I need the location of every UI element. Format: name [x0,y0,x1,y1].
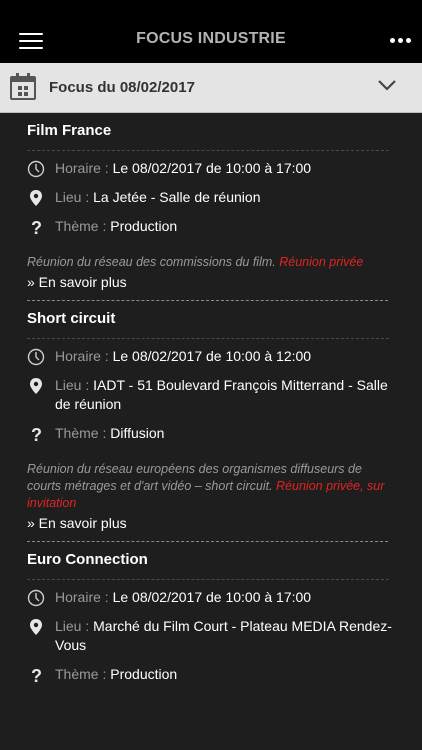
event-list: Film France Horaire : Le 08/02/2017 de 1… [0,113,422,750]
divider [27,338,389,339]
svg-text:?: ? [31,666,42,684]
event-description: Réunion du réseau des commissions du fil… [27,254,405,271]
question-mark-icon: ? [31,425,42,443]
chevron-down-icon[interactable] [378,78,396,92]
location-value: La Jetée - Salle de réunion [93,189,261,205]
event-title[interactable]: Short circuit [27,301,405,338]
location-pin-icon [30,190,42,206]
more-dots-icon[interactable] [390,38,412,43]
event-description: Réunion du réseau européens des organism… [27,461,405,512]
location-row: Lieu : La Jetée - Salle de réunion [27,188,405,207]
date-selector[interactable]: Focus du 08/02/2017 [0,63,422,113]
event-card: Euro Connection Horaire : Le 08/02/2017 … [0,542,422,684]
question-mark-icon: ? [31,218,42,236]
theme-row: ? Thème : Production [27,217,405,236]
clock-icon [27,589,45,607]
private-note: Réunion privée [279,255,364,269]
read-more-link[interactable]: » En savoir plus [27,515,405,541]
event-card: Film France Horaire : Le 08/02/2017 de 1… [0,113,422,301]
theme-value: Production [110,218,178,234]
clock-icon [27,348,45,366]
location-value: Marché du Film Court - Plateau MEDIA Ren… [55,618,392,653]
schedule-value: Le 08/02/2017 de 10:00 à 17:00 [112,160,312,176]
theme-label: Thème : [55,666,107,682]
theme-row: ? Thème : Production [27,665,405,684]
calendar-icon [10,73,36,100]
event-title[interactable]: Euro Connection [27,542,405,579]
schedule-label: Horaire : [55,160,109,176]
schedule-row: Horaire : Le 08/02/2017 de 10:00 à 17:00 [27,588,405,607]
schedule-label: Horaire : [55,348,109,364]
clock-icon [27,160,45,178]
schedule-value: Le 08/02/2017 de 10:00 à 17:00 [112,589,312,605]
schedule-value: Le 08/02/2017 de 10:00 à 12:00 [112,348,312,364]
theme-value: Diffusion [110,425,165,441]
theme-label: Thème : [55,218,107,234]
description-text: Réunion du réseau des commissions du fil… [27,255,276,269]
schedule-row: Horaire : Le 08/02/2017 de 10:00 à 12:00 [27,347,405,366]
location-label: Lieu : [55,189,90,205]
date-label: Focus du 08/02/2017 [49,79,195,96]
theme-value: Production [110,666,178,682]
location-value: IADT - 51 Boulevard François Mitterrand … [55,377,388,412]
question-mark-icon: ? [31,666,42,684]
schedule-row: Horaire : Le 08/02/2017 de 10:00 à 17:00 [27,159,405,178]
location-label: Lieu : [55,377,90,393]
event-title[interactable]: Film France [27,113,405,150]
divider [27,579,389,580]
divider [27,150,389,151]
location-pin-icon [30,378,42,394]
schedule-label: Horaire : [55,589,109,605]
svg-text:?: ? [31,218,42,236]
location-row: Lieu : IADT - 51 Boulevard François Mitt… [27,376,405,414]
svg-text:?: ? [31,425,42,443]
theme-row: ? Thème : Diffusion [27,424,405,443]
app-title: FOCUS INDUSTRIE [136,30,286,47]
read-more-link[interactable]: » En savoir plus [27,274,405,300]
location-pin-icon [30,619,42,635]
event-card: Short circuit Horaire : Le 08/02/2017 de… [0,301,422,542]
location-row: Lieu : Marché du Film Court - Plateau ME… [27,617,405,655]
location-label: Lieu : [55,618,90,634]
theme-label: Thème : [55,425,107,441]
top-app-bar: FOCUS INDUSTRIE [0,0,422,63]
